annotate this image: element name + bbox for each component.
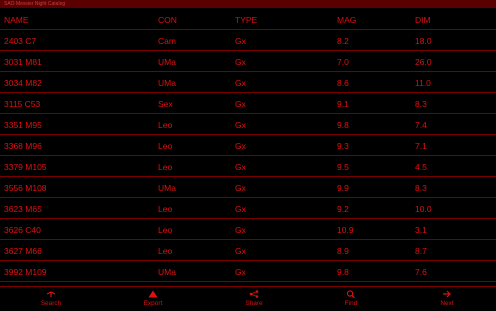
table-row[interactable]: 3379 M105 Leo Gx 9.5 4.5 — [0, 156, 496, 177]
cell-mag: 9.3 — [337, 141, 349, 151]
column-header-con[interactable]: CON — [158, 9, 177, 29]
share-button[interactable]: Share — [214, 287, 294, 311]
cell-type: Gx — [235, 78, 246, 88]
cell-name: 3627 M66 — [4, 246, 42, 256]
cell-mag: 7.0 — [337, 57, 349, 67]
cell-dim: 26.0 — [415, 57, 432, 67]
cell-dim: 7.1 — [415, 141, 427, 151]
share-label: Share — [245, 300, 263, 307]
cell-con: Leo — [158, 225, 173, 235]
cell-type: Gx — [235, 204, 246, 214]
cell-con: UMa — [158, 57, 176, 67]
cell-type: Gx — [235, 246, 246, 256]
find-button[interactable]: Find — [311, 287, 391, 311]
cell-type: Gx — [235, 57, 246, 67]
table-row[interactable]: 3351 M95 Leo Gx 9.8 7.4 — [0, 114, 496, 135]
table-row[interactable]: 3992 M109 UMa Gx 9.8 7.6 — [0, 261, 496, 282]
cell-con: Sex — [158, 99, 173, 109]
cell-name: 3379 M105 — [4, 162, 47, 172]
cell-mag: 9.5 — [337, 162, 349, 172]
table-row[interactable]: 3031 M81 UMa Gx 7.0 26.0 — [0, 51, 496, 72]
cell-type: Gx — [235, 120, 246, 130]
table-row[interactable]: 3626 C40 Leo Gx 10.9 3.1 — [0, 219, 496, 240]
cell-dim: 8.3 — [415, 183, 427, 193]
bottom-toolbar: Search Export Share Find Next — [0, 286, 496, 311]
cell-name: 3034 M82 — [4, 78, 42, 88]
cell-mag: 8.6 — [337, 78, 349, 88]
cell-dim: 3.1 — [415, 225, 427, 235]
next-button[interactable]: Next — [407, 287, 487, 311]
cell-type: Gx — [235, 36, 246, 46]
cell-mag: 9.8 — [337, 120, 349, 130]
table-row[interactable]: 3115 C53 Sex Gx 9.1 8.3 — [0, 93, 496, 114]
cell-name: 3368 M96 — [4, 141, 42, 151]
search-icon — [11, 290, 91, 298]
cell-dim: 8.7 — [415, 246, 427, 256]
cell-type: Gx — [235, 183, 246, 193]
cell-con: Cam — [158, 36, 176, 46]
export-button[interactable]: Export — [113, 287, 193, 311]
table-row[interactable]: 2403 C7 Cam Gx 8.2 18.0 — [0, 30, 496, 51]
cell-type: Gx — [235, 267, 246, 277]
cell-name: 3115 C53 — [4, 99, 41, 109]
export-label: Export — [143, 300, 163, 307]
app-title: SAO Messier Night Catalog — [4, 1, 66, 7]
table-row[interactable]: 3623 M65 Leo Gx 9.2 10.0 — [0, 198, 496, 219]
cell-name: 3556 M108 — [4, 183, 47, 193]
cell-name: 3992 M109 — [4, 267, 47, 277]
cell-dim: 8.3 — [415, 99, 427, 109]
cell-con: Leo — [158, 120, 173, 130]
cell-con: UMa — [158, 267, 176, 277]
export-icon — [113, 290, 193, 298]
search-button[interactable]: Search — [11, 287, 91, 311]
cell-con: Leo — [158, 162, 173, 172]
find-icon — [311, 290, 391, 298]
cell-mag: 10.9 — [337, 225, 354, 235]
cell-dim: 18.0 — [415, 36, 432, 46]
table-row[interactable]: 3627 M66 Leo Gx 8.9 8.7 — [0, 240, 496, 261]
title-bar: SAO Messier Night Catalog — [0, 0, 496, 8]
cell-con: Leo — [158, 204, 173, 214]
cell-name: 3031 M81 — [4, 57, 42, 67]
cell-con: UMa — [158, 183, 176, 193]
cell-name: 3626 C40 — [4, 225, 41, 235]
cell-type: Gx — [235, 99, 246, 109]
cell-mag: 8.9 — [337, 246, 349, 256]
cell-dim: 11.0 — [415, 78, 431, 88]
column-header-type[interactable]: TYPE — [235, 9, 257, 29]
table-row[interactable]: 3034 M82 UMa Gx 8.6 11.0 — [0, 72, 496, 93]
cell-con: Leo — [158, 141, 173, 151]
table-row[interactable]: 3368 M96 Leo Gx 9.3 7.1 — [0, 135, 496, 156]
cell-con: Leo — [158, 246, 173, 256]
cell-name: 3623 M65 — [4, 204, 42, 214]
column-header-mag[interactable]: MAG — [337, 9, 356, 29]
cell-dim: 10.0 — [415, 204, 432, 214]
cell-dim: 7.4 — [415, 120, 427, 130]
cell-dim: 7.6 — [415, 267, 427, 277]
cell-name: 2403 C7 — [4, 36, 37, 46]
cell-mag: 9.8 — [337, 267, 349, 277]
column-header-name[interactable]: NAME — [4, 9, 29, 29]
cell-mag: 9.2 — [337, 204, 349, 214]
find-label: Find — [344, 300, 358, 307]
cell-mag: 9.1 — [337, 99, 349, 109]
cell-con: UMa — [158, 78, 176, 88]
next-icon — [407, 290, 487, 298]
search-label: Search — [40, 300, 62, 307]
share-icon — [214, 290, 294, 298]
column-header-dim[interactable]: DIM — [415, 9, 431, 29]
cell-type: Gx — [235, 162, 246, 172]
cell-mag: 9.9 — [337, 183, 349, 193]
cell-type: Gx — [235, 141, 246, 151]
cell-name: 3351 M95 — [4, 120, 42, 130]
table-row[interactable]: 3556 M108 UMa Gx 9.9 8.3 — [0, 177, 496, 198]
cell-mag: 8.2 — [337, 36, 349, 46]
cell-type: Gx — [235, 225, 246, 235]
table-header: NAME CON TYPE MAG DIM — [0, 9, 496, 30]
next-label: Next — [440, 300, 454, 307]
cell-dim: 4.5 — [415, 162, 427, 172]
